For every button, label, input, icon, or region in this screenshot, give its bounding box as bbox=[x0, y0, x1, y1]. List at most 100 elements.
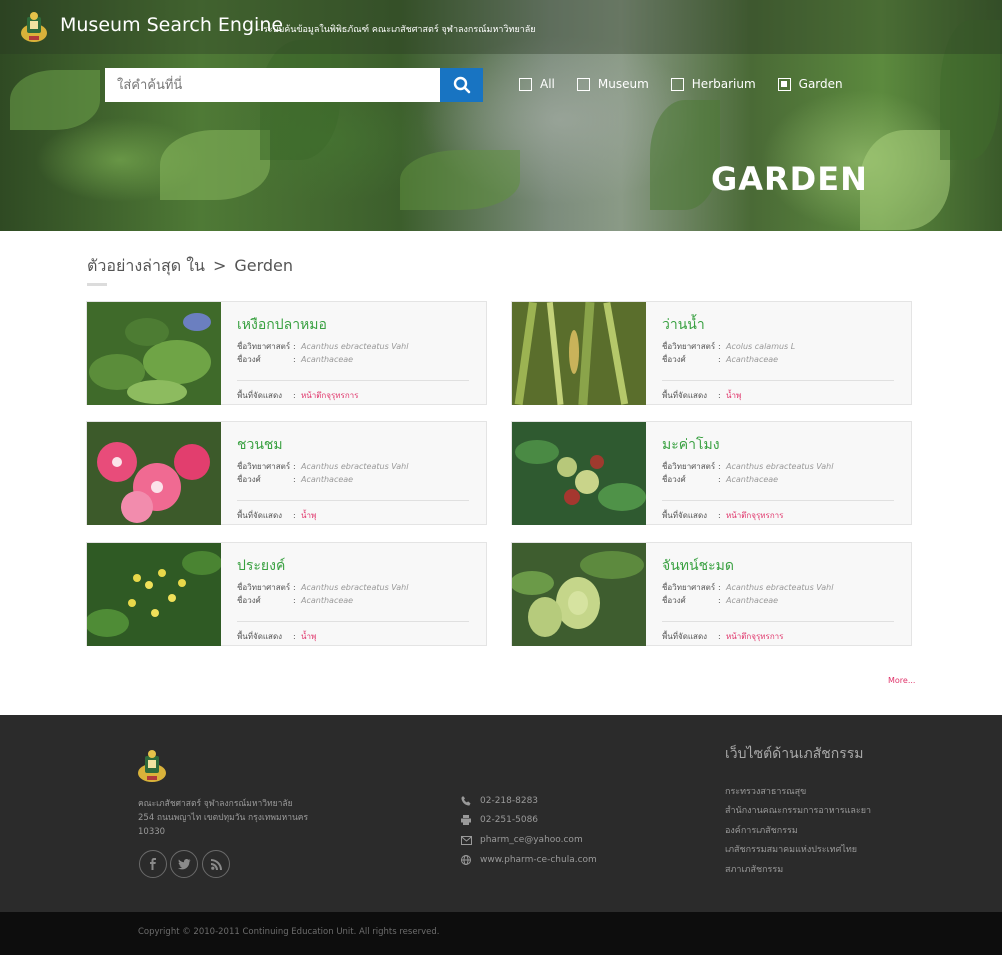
copyright-text: Copyright © 2010-2011 Continuing Educati… bbox=[138, 927, 440, 937]
scientific-name-label: ชื่อวิทยาศาสตร์ bbox=[237, 342, 291, 351]
footer-link[interactable]: เภสัชกรรมสมาคมแห่งประเทศไทย bbox=[725, 842, 857, 856]
crest-logo-icon[interactable] bbox=[20, 11, 48, 43]
checkbox-checked[interactable] bbox=[777, 77, 791, 91]
plant-image[interactable] bbox=[512, 422, 646, 525]
plant-card[interactable]: จันทน์ชะมด ชื่อวิทยาศาสตร์: Acanthus ebra… bbox=[511, 542, 912, 646]
plant-name[interactable]: จันทน์ชะมด bbox=[662, 555, 734, 577]
filter-label: Herbarium bbox=[691, 77, 756, 91]
twitter-icon bbox=[177, 859, 190, 870]
location-label: พื้นที่จัดแสดง bbox=[662, 632, 708, 641]
title-underline bbox=[87, 283, 107, 286]
plant-image[interactable] bbox=[87, 422, 221, 525]
colon: : bbox=[293, 462, 296, 471]
scientific-name-row: ชื่อวิทยาศาสตร์: Acanthus ebracteatus Vah… bbox=[237, 460, 408, 473]
plant-card[interactable]: ชวนชม ชื่อวิทยาศาสตร์: Acanthus ebracteat… bbox=[86, 421, 487, 525]
family-row: ชื่อวงศ์: Acanthaceae bbox=[662, 594, 778, 607]
plant-name[interactable]: ประยงค์ bbox=[237, 555, 285, 577]
twitter-button[interactable] bbox=[170, 850, 198, 878]
scientific-name-row: ชื่อวิทยาศาสตร์: Acolus calamus L bbox=[662, 340, 795, 353]
colon: : bbox=[718, 391, 721, 400]
scientific-name-label: ชื่อวิทยาศาสตร์ bbox=[237, 583, 291, 592]
rss-button[interactable] bbox=[202, 850, 230, 878]
scientific-name-value: Acolus calamus L bbox=[726, 342, 796, 351]
family-label: ชื่อวงศ์ bbox=[237, 475, 261, 484]
search-button[interactable] bbox=[440, 68, 483, 102]
category-filters: All Museum Herbarium Garden bbox=[519, 77, 865, 91]
address-line: 254 ถนนพญาไท เขตปทุมวัน กรุงเทพมหานคร bbox=[138, 813, 309, 823]
facebook-icon bbox=[150, 858, 156, 870]
plant-image[interactable] bbox=[512, 543, 646, 646]
colon: : bbox=[293, 342, 296, 351]
foliage-decoration bbox=[650, 100, 720, 210]
location-label: พื้นที่จัดแสดง bbox=[662, 391, 708, 400]
facebook-button[interactable] bbox=[139, 850, 167, 878]
plant-name[interactable]: ว่านน้ำ bbox=[662, 314, 705, 336]
checkbox[interactable] bbox=[519, 77, 532, 91]
plant-image[interactable] bbox=[512, 302, 646, 405]
site-subtitle: - ระบบค้นข้อมูลในพิพิธภัณฑ์ คณะเภสัชศาสต… bbox=[257, 25, 536, 35]
more-link[interactable]: More... bbox=[888, 676, 915, 685]
filter-museum[interactable]: Museum bbox=[576, 77, 649, 91]
plant-image[interactable] bbox=[87, 302, 221, 405]
divider bbox=[662, 380, 894, 381]
divider bbox=[237, 500, 469, 501]
footer-link[interactable]: กระทรวงสาธารณสุข bbox=[725, 784, 806, 798]
scientific-name-row: ชื่อวิทยาศาสตร์: Acanthus ebracteatus Vah… bbox=[662, 460, 833, 473]
search-input[interactable] bbox=[105, 68, 440, 102]
filter-herbarium[interactable]: Herbarium bbox=[670, 77, 756, 91]
colon: : bbox=[293, 355, 296, 364]
checkbox[interactable] bbox=[576, 77, 590, 91]
breadcrumb-prefix: ตัวอย่างล่าสุด ใน bbox=[87, 256, 205, 275]
filter-garden[interactable]: Garden bbox=[777, 77, 843, 91]
address-line: 10330 bbox=[138, 827, 166, 837]
plant-card[interactable]: เหงือกปลาหมอ ชื่อวิทยาศาสตร์: Acanthus eb… bbox=[86, 301, 487, 405]
colon: : bbox=[718, 596, 721, 605]
breadcrumb-separator: > bbox=[212, 256, 227, 275]
location-value[interactable]: หน้าตึกจุรุทรการ bbox=[726, 511, 783, 520]
colon: : bbox=[718, 462, 721, 471]
scientific-name-row: ชื่อวิทยาศาสตร์: Acanthus ebracteatus Vah… bbox=[237, 581, 408, 594]
scientific-name-value: Acanthus ebracteatus Vahl bbox=[726, 462, 834, 471]
plant-image[interactable] bbox=[87, 543, 221, 646]
location-label: พื้นที่จัดแสดง bbox=[237, 511, 283, 520]
location-row: พื้นที่จัดแสดง: หน้าตึกจุรุทรการ bbox=[237, 389, 358, 402]
colon: : bbox=[718, 511, 721, 520]
footer-links-title: เว็บไซต์ด้านเภสัชกรรม bbox=[725, 746, 864, 762]
footer-link[interactable]: องค์การเภสัชกรรม bbox=[725, 823, 798, 837]
plant-card[interactable]: ว่านน้ำ ชื่อวิทยาศาสตร์: Acolus calamus L… bbox=[511, 301, 912, 405]
hero-banner: Museum Search Engine - ระบบค้นข้อมูลในพิ… bbox=[0, 0, 1002, 231]
family-label: ชื่อวงศ์ bbox=[662, 596, 686, 605]
location-value[interactable]: น้ำพุ bbox=[726, 391, 741, 400]
colon: : bbox=[718, 583, 721, 592]
footer-link[interactable]: สภาเภสัชกรรม bbox=[725, 862, 783, 876]
plant-name[interactable]: มะค่าโมง bbox=[662, 434, 720, 456]
colon: : bbox=[718, 342, 721, 351]
contact-email[interactable]: pharm_ce@yahoo.com bbox=[460, 835, 583, 845]
footer-link[interactable]: สำนักงานคณะกรรมการอาหารและยา bbox=[725, 803, 871, 817]
copyright-bar: Copyright © 2010-2011 Continuing Educati… bbox=[0, 912, 1002, 955]
checkbox[interactable] bbox=[670, 77, 684, 91]
location-value[interactable]: น้ำพุ bbox=[301, 632, 316, 641]
contact-phone[interactable]: 02-218-8283 bbox=[460, 796, 538, 806]
plant-card[interactable]: ประยงค์ ชื่อวิทยาศาสตร์: Acanthus ebracte… bbox=[86, 542, 487, 646]
plant-name[interactable]: เหงือกปลาหมอ bbox=[237, 314, 327, 336]
location-value[interactable]: หน้าตึกจุรุทรการ bbox=[726, 632, 783, 641]
location-row: พื้นที่จัดแสดง: น้ำพุ bbox=[662, 389, 741, 402]
family-value: Acanthaceae bbox=[301, 596, 354, 605]
location-row: พื้นที่จัดแสดง: หน้าตึกจุรุทรการ bbox=[662, 630, 783, 643]
contact-text: pharm_ce@yahoo.com bbox=[480, 835, 583, 845]
globe-icon bbox=[460, 855, 472, 865]
family-label: ชื่อวงศ์ bbox=[662, 475, 686, 484]
family-value: Acanthaceae bbox=[301, 475, 354, 484]
site-title[interactable]: Museum Search Engine bbox=[60, 14, 283, 36]
foliage-decoration bbox=[160, 130, 270, 200]
divider bbox=[662, 621, 894, 622]
location-value[interactable]: น้ำพุ bbox=[301, 511, 316, 520]
location-value[interactable]: หน้าตึกจุรุทรการ bbox=[301, 391, 358, 400]
plant-card[interactable]: มะค่าโมง ชื่อวิทยาศาสตร์: Acanthus ebract… bbox=[511, 421, 912, 525]
foliage-decoration bbox=[860, 130, 950, 230]
crest-logo-icon[interactable] bbox=[137, 749, 167, 783]
contact-website[interactable]: www.pharm-ce-chula.com bbox=[460, 855, 597, 865]
filter-all[interactable]: All bbox=[519, 77, 555, 91]
plant-name[interactable]: ชวนชม bbox=[237, 434, 283, 456]
